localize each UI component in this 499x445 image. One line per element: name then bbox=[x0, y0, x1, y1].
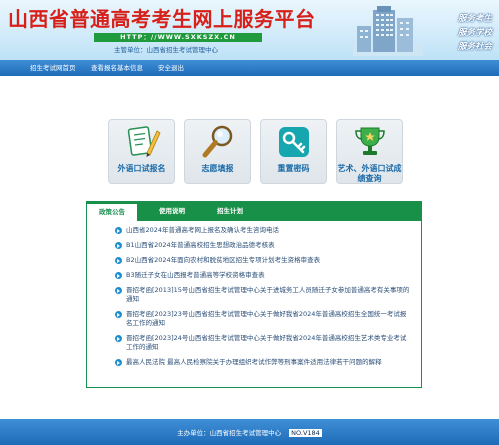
notice-item-title: 最高人民法院 最高人民检察院关于办理组织考试作弊等刑事案件适用法律若干问题的解释 bbox=[126, 358, 382, 366]
nav-logout-link[interactable]: 安全退出 bbox=[158, 60, 184, 76]
tab-policy-notice[interactable]: 政策公告 bbox=[87, 202, 137, 222]
site-header: 山西省普通高考考生网上服务平台 HTTP：//WWW.SXKSZX.CN 主管单… bbox=[0, 0, 499, 60]
top-nav: 招生考试网首页 查看报名基本信息 安全退出 bbox=[0, 60, 499, 76]
service-slogan: 服务社会 bbox=[457, 42, 492, 52]
nav-view-info-link[interactable]: 查看报名基本信息 bbox=[91, 60, 143, 76]
tile-label: 志愿填报 bbox=[201, 164, 234, 173]
arrow-right-icon bbox=[115, 257, 122, 264]
notice-item[interactable]: 晋招考函[2023]24号山西省招生考试管理中心关于做好我省2024年普通高校招… bbox=[115, 334, 411, 352]
arrow-right-icon bbox=[115, 335, 122, 342]
notice-item-title: 晋招考函[2013]15号山西省招生考试管理中心关于进城务工人员随迁子女参加普通… bbox=[126, 286, 410, 303]
footer-sponsor: 主办单位：山西省招生考试管理中心 bbox=[177, 429, 282, 437]
form-pen-icon bbox=[127, 126, 161, 157]
site-url: HTTP：//WWW.SXKSZX.CN bbox=[94, 33, 262, 42]
site-footer: 主办单位：山西省招生考试管理中心 NO.V184 bbox=[0, 419, 499, 445]
arrow-right-icon bbox=[115, 287, 122, 294]
magnifier-icon bbox=[202, 125, 233, 158]
arrow-right-icon bbox=[115, 311, 122, 318]
arrow-right-icon bbox=[115, 359, 122, 366]
notice-item[interactable]: 晋招考函[2023]23号山西省招生考试管理中心关于做好我省2024年普通高校招… bbox=[115, 310, 411, 328]
service-slogan: 服务考生 bbox=[457, 14, 492, 24]
notice-item-title: 晋招考函[2023]24号山西省招生考试管理中心关于做好我省2024年普通高校招… bbox=[126, 334, 407, 351]
tab-admission-plan[interactable]: 招生计划 bbox=[205, 202, 255, 221]
notice-item-title: 山西省2024年普通高考网上报名及确认考生咨询电话 bbox=[126, 226, 280, 234]
notice-item-title: B2山西省2024年面向农村和脱贫地区招生专项计划考生资格审查表 bbox=[126, 256, 321, 264]
sponsor-text: 主管单位：山西省招生考试管理中心 bbox=[114, 46, 218, 54]
arrow-right-icon bbox=[115, 242, 122, 249]
notice-item-title: B1山西省2024年普通高校招生思想政治品德考核表 bbox=[126, 241, 275, 249]
site-title: 山西省普通高考考生网上服务平台 bbox=[8, 7, 316, 31]
notice-item-title: 晋招考函[2023]23号山西省招生考试管理中心关于做好我省2024年普通高校招… bbox=[126, 310, 407, 327]
notice-panel: 政策公告 使用说明 招生计划 山西省2024年普通高考网上报名及确认考生咨询电话… bbox=[86, 201, 422, 388]
notice-item[interactable]: 晋招考函[2013]15号山西省招生考试管理中心关于进城务工人员随迁子女参加普通… bbox=[115, 286, 411, 304]
notice-tabbar: 政策公告 使用说明 招生计划 bbox=[87, 202, 421, 222]
arrow-right-icon bbox=[115, 272, 122, 279]
tile-oral-exam-registration[interactable]: 外语口试报名 bbox=[108, 119, 175, 184]
tile-application-filling[interactable]: 志愿填报 bbox=[184, 119, 251, 184]
trophy-icon bbox=[355, 127, 385, 155]
tile-label: 艺术、外语口试成绩查询 bbox=[337, 164, 402, 183]
tile-label: 外语口试报名 bbox=[117, 164, 166, 173]
service-slogans: 服务考生 服务学校 服务社会 bbox=[458, 12, 492, 54]
footer-line: 主办单位：山西省招生考试管理中心 NO.V184 bbox=[0, 427, 499, 437]
arrow-right-icon bbox=[115, 227, 122, 234]
notice-item[interactable]: B3随迁子女在山西报考普通高等学校资格审查表 bbox=[115, 271, 411, 280]
building-illustration bbox=[353, 6, 423, 56]
service-slogan: 服务学校 bbox=[457, 28, 492, 38]
key-icon bbox=[279, 127, 309, 157]
nav-home-link[interactable]: 招生考试网首页 bbox=[30, 60, 76, 76]
tile-score-inquiry[interactable]: 艺术、外语口试成绩查询 bbox=[336, 119, 403, 184]
version-number: NO.V184 bbox=[289, 429, 322, 437]
notice-list: 山西省2024年普通高考网上报名及确认考生咨询电话 B1山西省2024年普通高校… bbox=[115, 226, 411, 373]
notice-item[interactable]: B2山西省2024年面向农村和脱贫地区招生专项计划考生资格审查表 bbox=[115, 256, 411, 265]
tab-usage-guide[interactable]: 使用说明 bbox=[147, 202, 197, 221]
notice-item[interactable]: B1山西省2024年普通高校招生思想政治品德考核表 bbox=[115, 241, 411, 250]
tile-reset-password[interactable]: 重置密码 bbox=[260, 119, 327, 184]
notice-item[interactable]: 山西省2024年普通高考网上报名及确认考生咨询电话 bbox=[115, 226, 411, 235]
notice-item-title: B3随迁子女在山西报考普通高等学校资格审查表 bbox=[126, 271, 265, 279]
notice-item[interactable]: 最高人民法院 最高人民检察院关于办理组织考试作弊等刑事案件适用法律若干问题的解释 bbox=[115, 358, 411, 367]
tile-label: 重置密码 bbox=[277, 164, 310, 173]
